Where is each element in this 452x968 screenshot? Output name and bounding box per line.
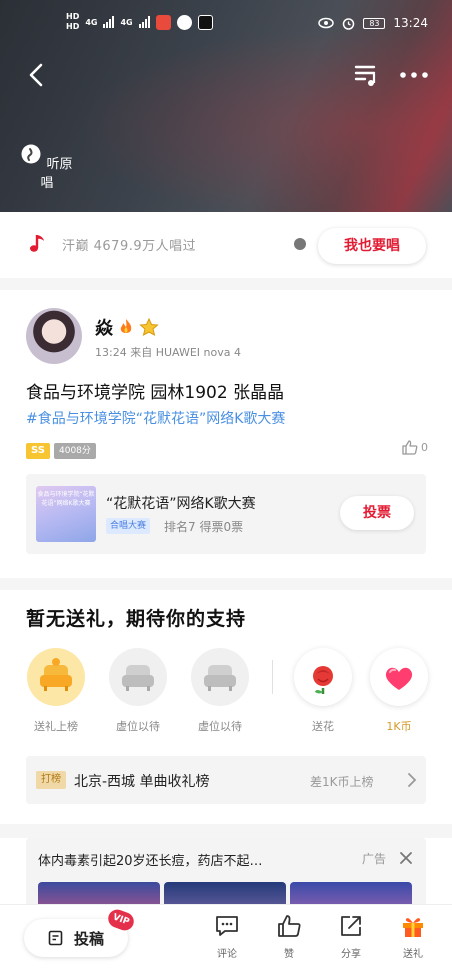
send-flower-button[interactable] [294,648,352,706]
fire-icon [120,319,132,333]
post-button[interactable]: 投稿 VIP [24,907,137,957]
hd-label-1: HD [66,12,80,21]
listen-original-button[interactable]: 听原唱 [18,144,76,191]
rank-row[interactable]: 打榜 北京-西城 单曲收礼榜 差1K币上榜 [26,756,426,804]
armchair-icon [204,665,236,691]
status-right: 83 13:24 [318,16,428,30]
music-note-icon [30,235,44,252]
contest-thumb-text: 食品与环境学院“花默花语”网络K歌大赛 [37,491,95,507]
section-divider [0,278,452,290]
gift-rank-slot-2[interactable] [109,648,167,706]
score-badge: 4008分 [54,443,96,459]
post-icon [48,930,63,946]
rank-gap: 差1K币上榜 [310,775,374,789]
ad-card[interactable]: 体内毒素引起20岁还长痘，药店不起… 广告 [26,838,426,908]
like-button[interactable]: 0 [402,440,428,455]
hashtag-link[interactable]: #食品与环境学院“花默花语”网络K歌大赛 [26,408,285,428]
hd-indicator: HD HD [66,12,79,32]
vip-badge: VIP [105,907,137,933]
rank-tag: 打榜 [36,771,66,789]
battery-icon: 83 [363,17,386,29]
rose-icon [313,666,333,694]
more-icon[interactable] [398,62,430,88]
close-icon[interactable] [398,850,414,866]
share-icon [341,916,361,936]
username[interactable]: 焱 [95,314,159,340]
status-left: HD HD 4G 4G [66,12,213,32]
ad-label: 广告 [362,852,387,866]
heart-gift-icon [385,667,413,690]
vote-button[interactable]: 投票 [340,496,414,530]
original-vocal-icon [21,144,41,164]
contest-title: “花默花语”网络K歌大赛 [106,496,256,512]
contest-rank: 排名7 得票0票 [164,520,244,534]
send-coin-gift-button[interactable] [370,648,428,706]
network-label-2: 4G [120,17,133,27]
coin-gift-label: 1K币 [386,720,412,733]
signal-icon-2 [138,16,150,28]
like-tab-button[interactable]: 赞 [264,913,314,960]
send-flower-label: 送花 [312,720,334,733]
share-label: 分享 [341,949,361,960]
comment-icon [216,916,238,936]
contest-thumbnail: 食品与环境学院“花默花语”网络K歌大赛 [36,486,96,542]
gift-slot-label-3: 虚位以待 [198,720,242,733]
post-title: 食品与环境学院 园林1902 张晶晶 [26,383,285,403]
chevron-right-icon [408,773,417,787]
network-label-1: 4G [85,17,98,27]
gift-section-title: 暂无送礼，期待你的支持 [26,608,247,630]
gift-divider [272,660,273,694]
gift-rank-slot-3[interactable] [191,648,249,706]
thumbs-up-icon [278,915,301,937]
status-bar: HD HD 4G 4G 83 13:24 [0,0,452,44]
avatar[interactable] [26,308,82,364]
sing-count-row: 汗巅 4679.9万人唱过 我也要唱 [0,212,452,278]
hd-label-2: HD [66,22,80,31]
contest-tag: 合唱大赛 [106,518,151,534]
send-gift-button[interactable]: 送礼 [388,913,438,960]
grade-badge: SS [26,443,50,459]
bottom-action-bar: 投稿 VIP 评论 赞 分享 送礼 [0,904,452,968]
eye-icon [318,17,335,29]
alarm-icon [343,17,355,30]
send-gift-label: 送礼 [403,949,423,960]
armchair-gold-icon [40,658,72,691]
gift-slot-label-2: 虚位以待 [116,720,160,733]
tiktok-icon [197,14,213,30]
armchair-icon [122,665,154,691]
star-badge-icon [139,318,159,336]
wechat-icon [176,14,192,30]
singer-avatars [294,238,306,250]
sing-count-text: 汗巅 4679.9万人唱过 [62,239,197,254]
gift-rank-slot-1[interactable] [27,648,85,706]
section-divider [0,824,452,838]
post-meta: 13:24 来自 HUAWEI nova 4 [95,346,241,359]
comment-button[interactable]: 评论 [202,913,252,960]
content-sheet: 汗巅 4679.9万人唱过 我也要唱 焱 13:24 来自 HUAWEI nov… [0,212,452,968]
post-button-label: 投稿 [74,930,105,948]
ad-text: 体内毒素引起20岁还长痘，药店不起… [38,854,263,869]
player-header: HD HD 4G 4G 83 13:24 听原唱 [0,0,452,212]
like-count: 0 [421,441,428,454]
section-divider [0,578,452,590]
gift-slot-label-1: 送礼上榜 [34,720,78,733]
contest-card[interactable]: 食品与环境学院“花默花语”网络K歌大赛 “花默花语”网络K歌大赛 合唱大赛 排名… [26,474,426,554]
back-arrow-icon[interactable] [24,62,50,88]
like-tab-label: 赞 [284,949,294,960]
comment-label: 评论 [217,949,237,960]
signal-icon [103,16,115,28]
clock: 13:24 [393,16,428,30]
share-button[interactable]: 分享 [326,913,376,960]
listen-original-label: 听原唱 [40,157,73,191]
gift-box-icon [403,918,423,937]
sing-too-button[interactable]: 我也要唱 [318,228,426,264]
playlist-icon[interactable] [354,62,380,88]
thumbs-up-icon [402,440,418,455]
username-text: 焱 [95,318,113,339]
rank-text: 北京-西城 单曲收礼榜 [74,774,210,790]
music-app-icon [155,14,171,30]
